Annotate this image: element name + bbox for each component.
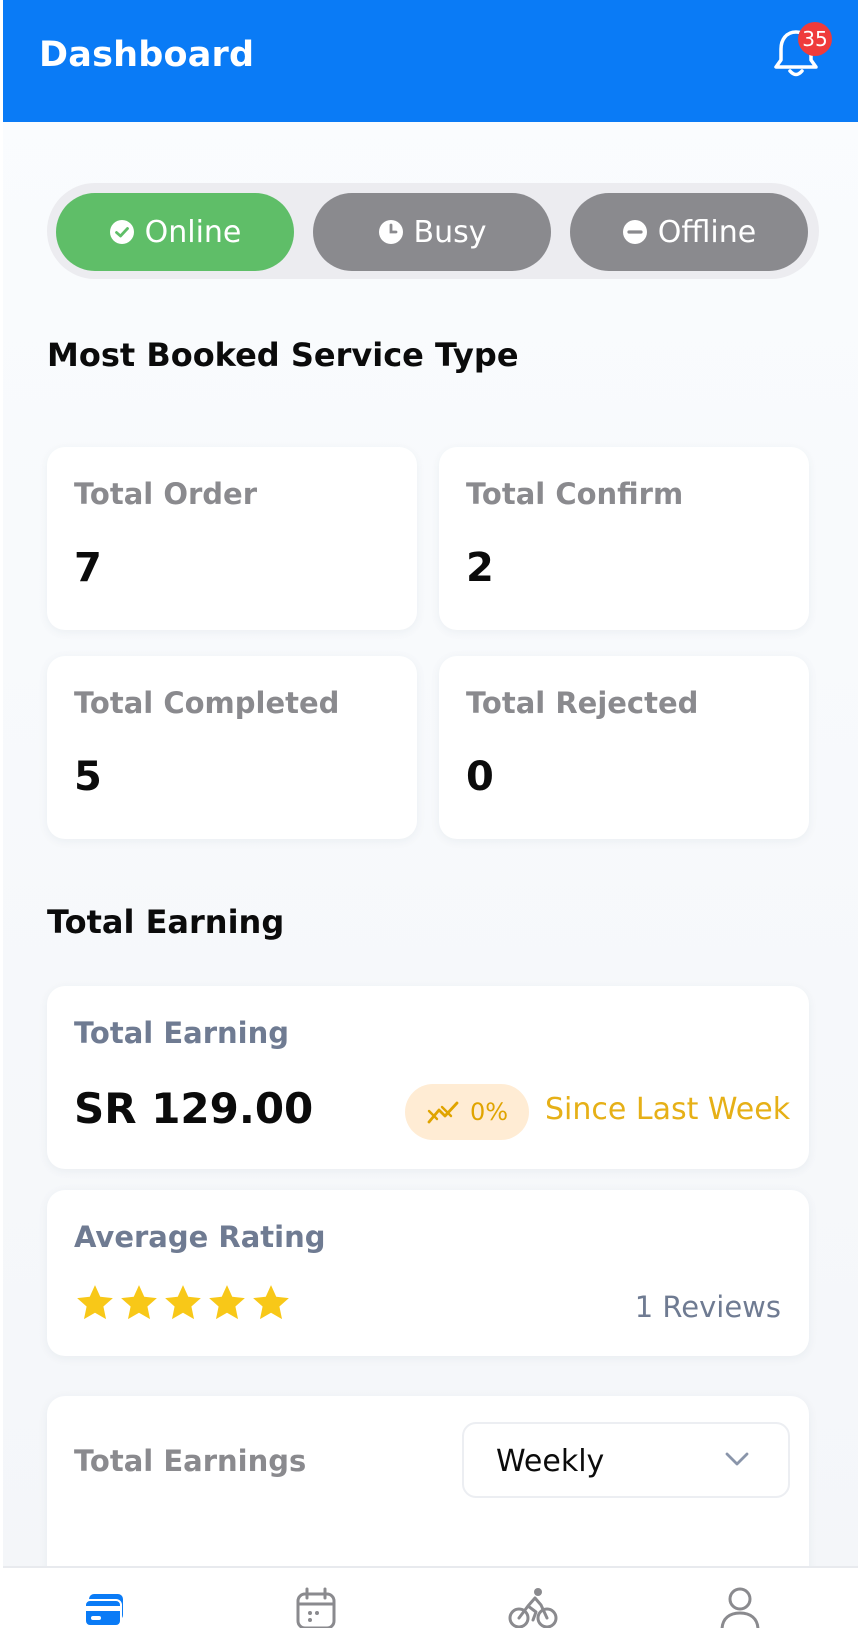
- card-label: Total Order: [74, 477, 258, 511]
- earning-section-title: Total Earning: [47, 903, 285, 941]
- nav-profile[interactable]: [718, 1586, 778, 1628]
- nav-calendar[interactable]: [294, 1586, 354, 1628]
- period-select[interactable]: Weekly: [462, 1422, 790, 1498]
- change-percent: 0%: [469, 1098, 509, 1126]
- status-switch: Online Busy Offline: [47, 183, 819, 279]
- status-offline-label: Offline: [657, 214, 757, 250]
- status-busy-label: Busy: [413, 214, 487, 250]
- chevron-down-icon: [725, 1452, 749, 1466]
- total-confirm-card[interactable]: Total Confirm 2: [439, 447, 809, 630]
- status-online-button[interactable]: Online: [56, 193, 294, 271]
- minus-circle-icon: [622, 220, 647, 244]
- card-label: Total Confirm: [466, 477, 684, 511]
- app-header: Dashboard 35: [3, 0, 858, 122]
- status-offline-button[interactable]: Offline: [570, 193, 808, 271]
- app-screen: Dashboard 35 Online Busy Offline Most Bo…: [3, 0, 858, 1628]
- bottom-navigation: [3, 1566, 858, 1628]
- profile-icon: [720, 1587, 760, 1628]
- star-icon: [77, 1285, 113, 1320]
- total-rejected-card[interactable]: Total Rejected 0: [439, 656, 809, 839]
- reviews-count: 1 Reviews: [634, 1290, 781, 1324]
- total-order-card[interactable]: Total Order 7: [47, 447, 417, 630]
- card-label: Total Rejected: [466, 686, 699, 720]
- check-circle-icon: [109, 220, 134, 244]
- earning-label: Total Earning: [74, 1016, 289, 1050]
- card-value: 2: [466, 545, 494, 591]
- average-rating-card[interactable]: Average Rating 1 Reviews: [47, 1190, 809, 1356]
- total-earnings-label: Total Earnings: [74, 1444, 307, 1478]
- clock-icon: [378, 220, 403, 244]
- period-select-value: Weekly: [496, 1444, 605, 1479]
- star-icon: [165, 1285, 201, 1320]
- since-last-week: Since Last Week: [545, 1092, 791, 1127]
- notifications-button[interactable]: 35: [773, 22, 833, 86]
- calendar-icon: [296, 1587, 336, 1628]
- trend-icon: [427, 1101, 459, 1124]
- card-value: 5: [74, 754, 102, 800]
- bicycle-icon: [508, 1588, 558, 1628]
- page-title: Dashboard: [39, 35, 255, 75]
- card-value: 7: [74, 545, 102, 591]
- service-section-title: Most Booked Service Type: [47, 336, 519, 374]
- total-completed-card[interactable]: Total Completed 5: [47, 656, 417, 839]
- star-icon: [253, 1285, 289, 1320]
- rating-label: Average Rating: [74, 1220, 326, 1254]
- change-pill: 0%: [405, 1084, 529, 1140]
- notification-badge: 35: [798, 22, 832, 56]
- rating-stars: [74, 1282, 292, 1324]
- status-online-label: Online: [144, 214, 242, 250]
- card-value: 0: [466, 754, 494, 800]
- card-label: Total Completed: [74, 686, 340, 720]
- earning-amount: SR 129.00: [74, 1084, 314, 1133]
- star-icon: [121, 1285, 157, 1320]
- nav-rides[interactable]: [508, 1586, 568, 1628]
- wallet-icon: [84, 1594, 123, 1627]
- status-busy-button[interactable]: Busy: [313, 193, 551, 271]
- total-earning-card: Total Earning SR 129.00 0% Since Last We…: [47, 986, 809, 1169]
- nav-wallet[interactable]: [83, 1586, 143, 1628]
- star-icon: [209, 1285, 245, 1320]
